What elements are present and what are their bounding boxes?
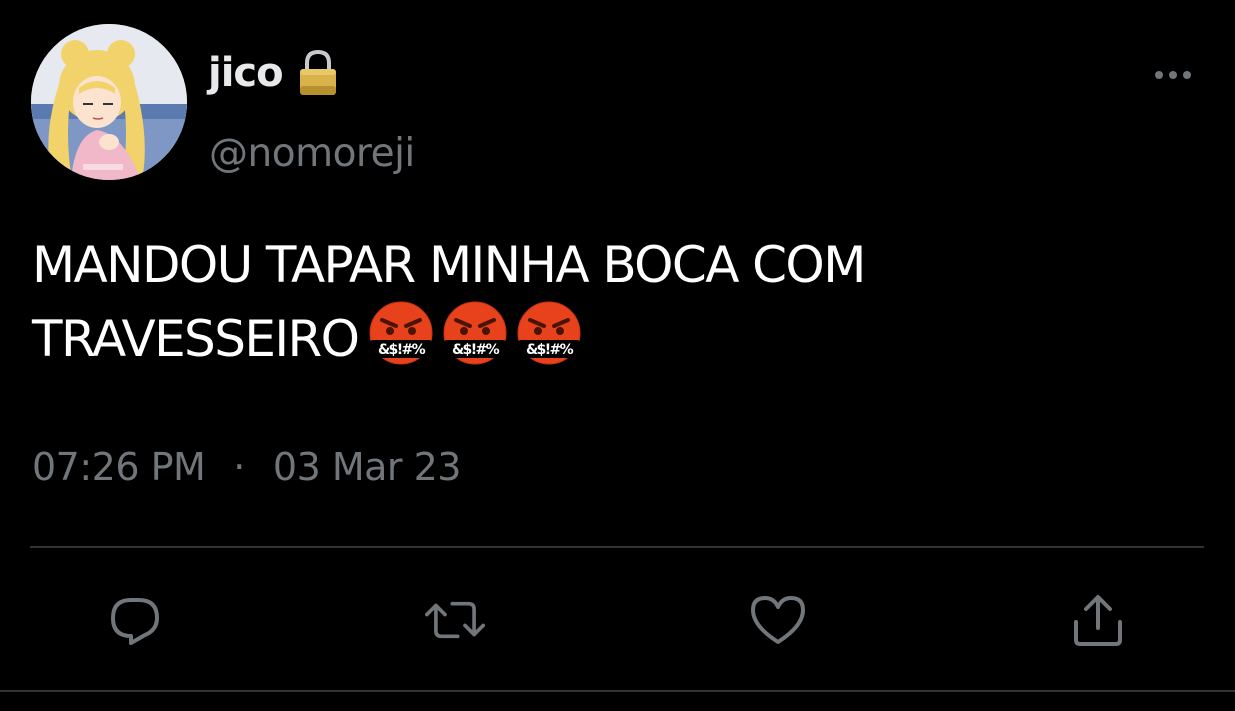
tweet-meta: 07:26 PM · 03 Mar 23: [32, 444, 461, 490]
reply-icon: [111, 598, 159, 645]
tweet-detail: jico @nomoreji MANDOU TAPAR MINHA BOCA C…: [0, 0, 1235, 711]
face-with-symbols-icon: &$!#%: [517, 301, 581, 365]
tweet-text: MANDOU TAPAR MINHA BOCA COM TRAVESSEIRO …: [32, 230, 1182, 374]
divider: [30, 546, 1204, 548]
meta-separator: ·: [233, 445, 245, 489]
author-name-row: jico: [208, 48, 341, 98]
tweet-date[interactable]: 03 Mar 23: [273, 444, 462, 490]
more-dots-icon: [1155, 71, 1191, 79]
emoji-symbol-text: &$!#%: [452, 342, 500, 358]
emoji-symbol-text: &$!#%: [378, 342, 426, 358]
more-options-button[interactable]: [1148, 60, 1198, 90]
tweet-time[interactable]: 07:26 PM: [32, 444, 206, 490]
display-name[interactable]: jico: [208, 48, 284, 98]
emoji-group: &$!#% &$!#% &$!#%: [368, 300, 582, 366]
user-handle[interactable]: @nomoreji: [209, 130, 415, 178]
divider-bottom: [0, 690, 1235, 692]
retweet-button[interactable]: [425, 592, 485, 648]
emoji-symbol-text: &$!#%: [526, 342, 574, 358]
face-with-symbols-icon: &$!#%: [443, 301, 507, 365]
reply-button[interactable]: [105, 592, 165, 648]
heart-icon: [751, 596, 805, 644]
share-button[interactable]: [1068, 592, 1128, 648]
lock-icon: [295, 48, 341, 98]
avatar-image: [31, 24, 187, 180]
retweet-icon: [425, 601, 485, 639]
like-button[interactable]: [748, 592, 808, 648]
share-icon: [1074, 595, 1122, 646]
avatar[interactable]: [31, 24, 187, 180]
face-with-symbols-icon: &$!#%: [369, 301, 433, 365]
